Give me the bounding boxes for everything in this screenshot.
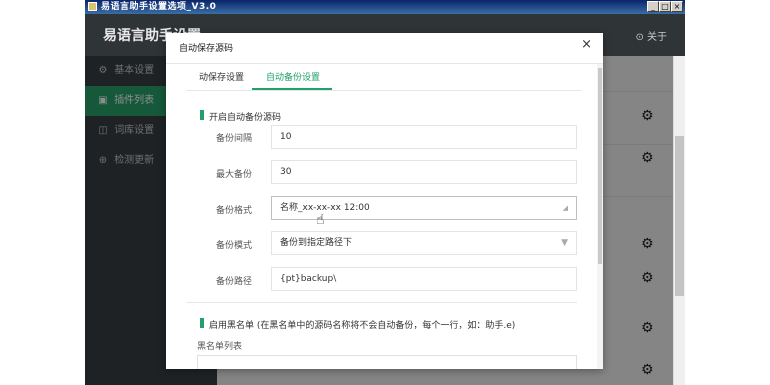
hand-cursor-icon: ☝ bbox=[316, 212, 325, 228]
max-backups-field[interactable]: 30 bbox=[271, 160, 577, 184]
field-label: 备份间隔 bbox=[215, 134, 252, 144]
scrollbar-thumb[interactable] bbox=[598, 68, 602, 264]
enable-auto-backup-label[interactable]: 开启自动备份源码 bbox=[209, 110, 281, 123]
backup-mode-select[interactable]: 备份到指定路径下 ▼ bbox=[271, 231, 577, 255]
field-label: 最大备份 bbox=[215, 170, 252, 180]
close-icon[interactable]: × bbox=[581, 37, 592, 52]
minimize-button[interactable]: _ bbox=[647, 1, 659, 12]
backup-interval-field[interactable]: 10 bbox=[271, 125, 577, 149]
tab-auto-save-settings[interactable]: 动保存设置 bbox=[199, 70, 244, 83]
window-titlebar: 易语言助手设置选项_V3.0 _ □ × bbox=[85, 0, 685, 14]
blacklist-textarea[interactable] bbox=[197, 355, 577, 369]
resize-handle-icon: ◢ bbox=[562, 204, 568, 212]
toggle-on-indicator[interactable] bbox=[200, 110, 204, 120]
field-label: 备份格式 bbox=[215, 206, 252, 216]
backup-mode-value: 备份到指定路径下 bbox=[280, 238, 353, 248]
about-link[interactable]: ⊙ 关于 bbox=[635, 28, 667, 43]
tab-auto-backup-settings[interactable]: 自动备份设置 bbox=[266, 70, 320, 83]
app-icon bbox=[88, 2, 97, 11]
chevron-down-icon: ▼ bbox=[561, 238, 568, 248]
blacklist-label: 黑名单列表 bbox=[197, 342, 243, 352]
divider bbox=[166, 63, 603, 64]
auto-save-dialog: 自动保存源码 × 动保存设置 自动备份设置 开启自动备份源码 备份间隔 10 最… bbox=[166, 33, 603, 369]
window-close-button[interactable]: × bbox=[671, 1, 683, 12]
field-label: 备份模式 bbox=[215, 241, 252, 251]
toggle-on-indicator[interactable] bbox=[200, 318, 204, 328]
backup-format-value: 名称_xx-xx-xx 12:00 bbox=[280, 203, 370, 213]
divider bbox=[186, 302, 577, 303]
window-title: 易语言助手设置选项_V3.0 bbox=[101, 2, 217, 12]
field-label: 备份路径 bbox=[215, 277, 252, 287]
backup-path-field[interactable]: {pt}backup\ bbox=[271, 267, 577, 291]
dialog-scrollbar[interactable] bbox=[597, 64, 603, 369]
enable-blacklist-label[interactable]: 启用黑名单 (在黑名单中的源码名称将不会自动备份，每个一行，如：助手.e) bbox=[209, 318, 515, 331]
divider bbox=[186, 90, 581, 91]
window-scrollbar[interactable] bbox=[673, 56, 685, 385]
dialog-title: 自动保存源码 bbox=[179, 44, 234, 54]
maximize-button[interactable]: □ bbox=[659, 1, 671, 12]
scrollbar-thumb[interactable] bbox=[675, 136, 684, 296]
